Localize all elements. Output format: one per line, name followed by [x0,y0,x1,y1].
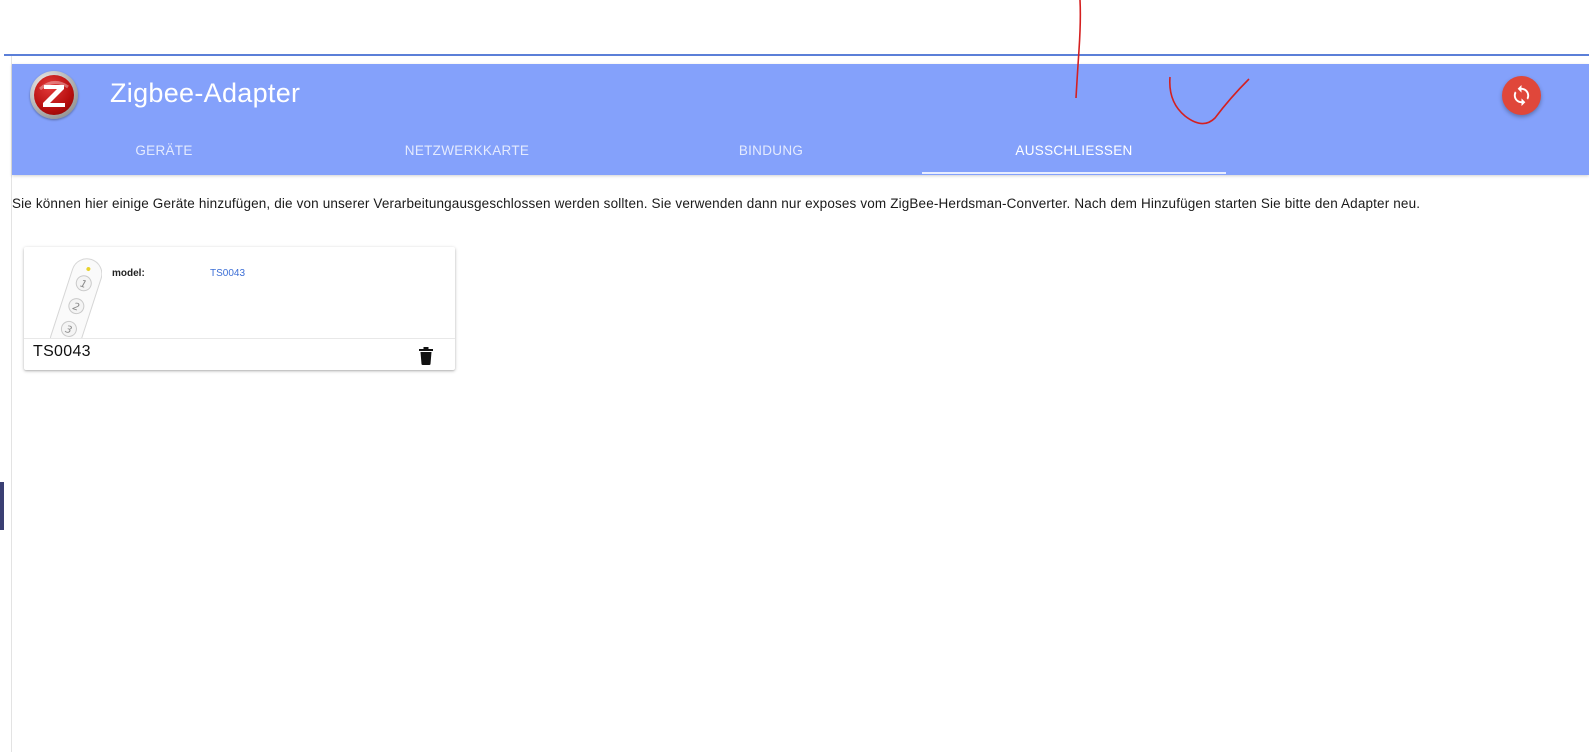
tab-geraete[interactable]: GERÄTE [12,134,316,174]
tab-netzwerkkarte[interactable]: NETZWERKKARTE [315,134,619,174]
zigbee-logo-icon [30,71,78,119]
tab-bindung[interactable]: BINDUNG [619,134,923,174]
app-title: Zigbee-Adapter [110,78,301,108]
delete-button[interactable] [418,347,434,365]
model-label: model: [112,268,145,279]
refresh-button[interactable] [1502,76,1541,115]
device-name: TS0043 [33,343,91,360]
top-divider [4,54,1589,56]
trash-icon [419,347,433,365]
refresh-icon [1513,84,1530,107]
app-root: Zigbee-Adapter GERÄTE NETZWERKKARTE BIND… [0,0,1589,752]
app-header: Zigbee-Adapter GERÄTE NETZWERKKARTE BIND… [12,64,1589,175]
page-description: Sie können hier einige Geräte hinzufügen… [12,196,1421,211]
device-card: 1 2 3 model: TS0043 TS0043 [24,247,455,370]
card-divider [24,338,455,339]
tab-ausschliessen[interactable]: AUSSCHLIESSEN [922,134,1226,174]
remote-control-icon: 1 2 3 [32,253,102,338]
left-edge-marker [0,482,4,530]
model-value: TS0043 [210,268,246,279]
tab-bar: GERÄTE NETZWERKKARTE BINDUNG AUSSCHLIESS… [12,134,1589,174]
